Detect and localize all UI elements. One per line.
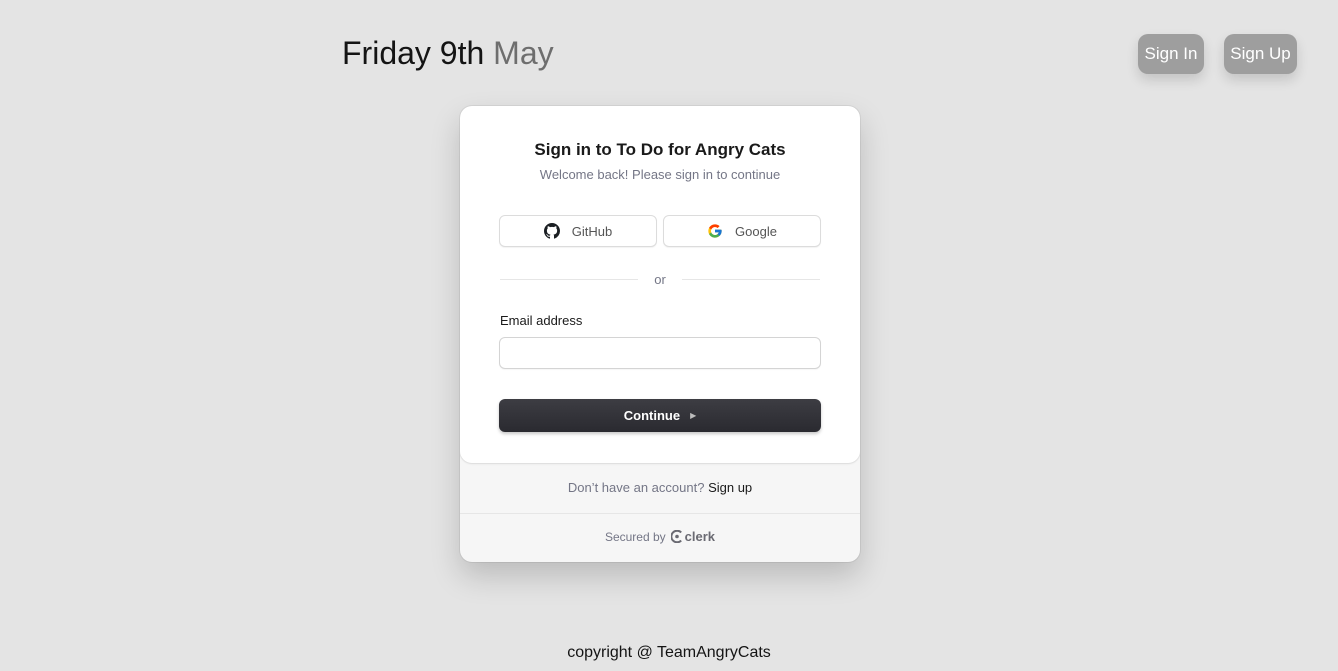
divider-line-left <box>500 278 639 280</box>
header-sign-in-button[interactable]: Sign In <box>1138 34 1204 74</box>
page: Friday 9th May Sign In Sign Up Sign in t… <box>0 0 1338 671</box>
github-sign-in-button[interactable]: GitHub <box>499 215 657 247</box>
secured-by-text: Secured by <box>604 529 666 544</box>
clerk-brand-text: clerk <box>684 529 716 544</box>
github-button-label: GitHub <box>571 223 613 239</box>
date-month: May <box>493 35 554 71</box>
clerk-mark-icon <box>670 530 682 543</box>
date-heading: Friday 9th May <box>342 33 554 73</box>
divider-text: or <box>654 271 666 287</box>
google-sign-in-button[interactable]: Google <box>663 215 821 247</box>
continue-label: Continue <box>623 408 681 423</box>
sign-up-link[interactable]: Sign up <box>708 480 752 495</box>
continue-button[interactable]: Continue ▶ <box>499 399 821 432</box>
card-title: Sign in to To Do for Angry Cats <box>534 140 786 159</box>
google-icon <box>707 223 723 239</box>
no-account-text: Don’t have an account? <box>567 480 705 495</box>
sign-in-card: Sign in to To Do for Angry Cats Welcome … <box>460 106 860 562</box>
or-divider: or <box>500 271 820 287</box>
divider-line-right <box>681 278 820 280</box>
github-icon <box>543 223 560 239</box>
secured-by-footer: Secured by clerk <box>460 529 860 544</box>
card-subtitle: Welcome back! Please sign in to continue <box>539 167 781 182</box>
date-day: Friday 9th <box>342 35 485 71</box>
card-footer-divider <box>460 513 860 514</box>
no-account-prompt: Don’t have an account? Sign up <box>460 480 860 495</box>
header-sign-up-button[interactable]: Sign Up <box>1224 34 1297 74</box>
email-label: Email address <box>500 313 583 328</box>
google-button-label: Google <box>735 223 777 239</box>
email-field[interactable] <box>499 337 821 369</box>
play-arrow-icon: ▶ <box>690 411 697 420</box>
sign-in-form-panel: Sign in to To Do for Angry Cats Welcome … <box>460 106 860 463</box>
clerk-logo[interactable]: clerk <box>670 529 716 544</box>
copyright-footer: copyright @ TeamAngryCats <box>567 644 771 661</box>
